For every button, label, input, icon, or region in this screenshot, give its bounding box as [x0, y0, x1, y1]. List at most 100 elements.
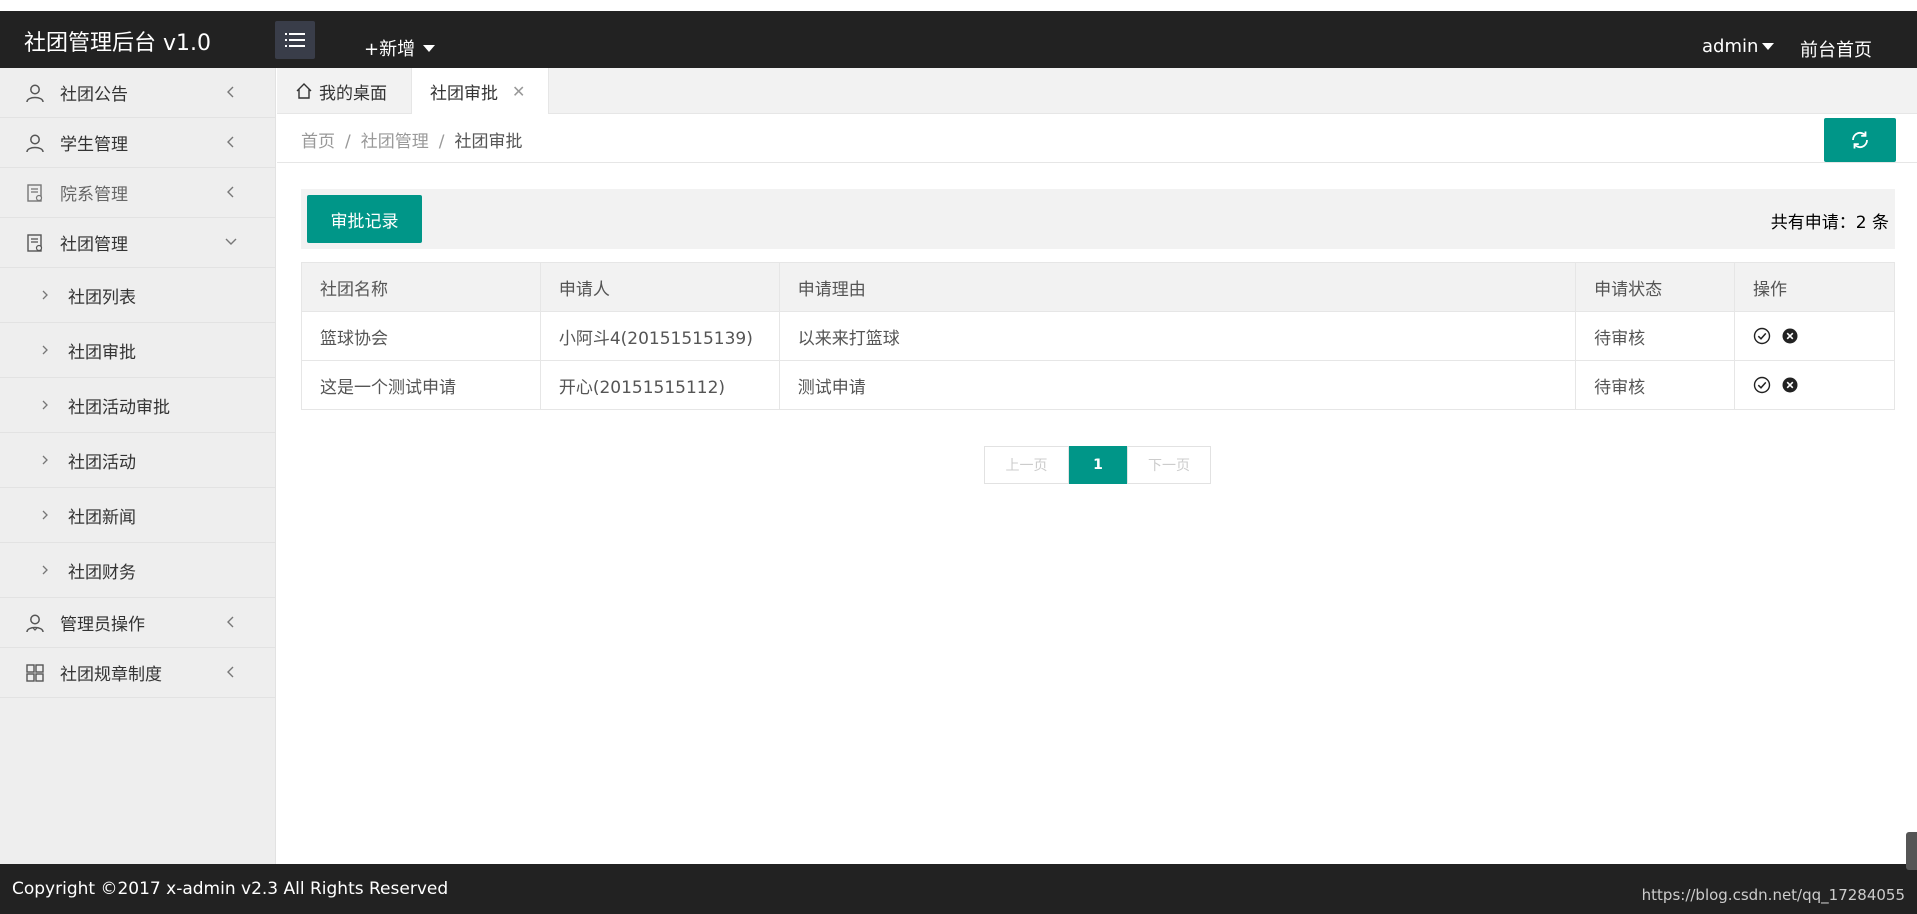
sidebar-subitem-label: 社团审批	[68, 342, 136, 363]
sidebar-subitem-activities[interactable]: 社团活动	[0, 433, 275, 488]
user-menu[interactable]: admin	[1702, 36, 1775, 57]
sidebar-item-clubs[interactable]: 社团管理	[0, 218, 275, 268]
prev-page-button[interactable]: 上一页	[984, 446, 1069, 484]
chevron-right-icon	[42, 345, 48, 355]
column-header: 申请理由	[778, 262, 1577, 312]
chevron-left-icon	[227, 136, 234, 148]
user-icon	[24, 132, 46, 154]
tab-club-approval[interactable]: 社团审批 ✕	[411, 68, 549, 114]
column-header: 申请状态	[1575, 262, 1736, 312]
applicant-cell: 小阿斗4(20151515139)	[539, 311, 780, 361]
chevron-right-icon	[42, 510, 48, 520]
chevron-left-icon	[227, 186, 234, 198]
page-number-button[interactable]: 1	[1069, 446, 1127, 484]
menu-toggle-button[interactable]	[275, 21, 315, 59]
refresh-icon	[1852, 131, 1868, 149]
sidebar-item-admin-ops[interactable]: 管理员操作	[0, 598, 275, 648]
status-cell: 待审核	[1575, 311, 1736, 361]
breadcrumb-separator: /	[345, 132, 351, 152]
breadcrumb-club-management[interactable]: 社团管理	[361, 132, 429, 152]
admin-user-icon	[24, 612, 46, 634]
top-gap	[0, 0, 1917, 11]
breadcrumb-home[interactable]: 首页	[301, 132, 335, 152]
refresh-button[interactable]	[1824, 118, 1896, 162]
sidebar-subitem-label: 社团新闻	[68, 507, 136, 528]
reject-icon[interactable]	[1782, 377, 1798, 393]
chevron-left-icon	[227, 666, 234, 678]
caret-down-icon	[423, 44, 436, 52]
chevron-right-icon	[42, 455, 48, 465]
sidebar-item-label: 学生管理	[60, 135, 128, 155]
document-icon	[24, 232, 46, 254]
tab-label: 我的桌面	[319, 83, 387, 104]
user-name: admin	[1702, 36, 1759, 57]
chevron-left-icon	[227, 616, 234, 628]
chevron-left-icon	[227, 86, 234, 98]
top-header: 社团管理后台 v1.0 +新增 admin 前台首页	[0, 11, 1917, 68]
table-row: 篮球协会 小阿斗4(20151515139) 以来来打篮球 待审核	[301, 311, 1895, 361]
sidebar-item-label: 院系管理	[60, 185, 128, 205]
chevron-right-icon	[42, 290, 48, 300]
document-icon	[24, 182, 46, 204]
sidebar-subitem-label: 社团财务	[68, 562, 136, 583]
tab-label: 社团审批	[430, 83, 498, 104]
approval-table: 社团名称 申请人 申请理由 申请状态 操作 篮球协会 小阿斗4(20151515…	[301, 262, 1895, 410]
sidebar-item-departments[interactable]: 院系管理	[0, 168, 275, 218]
scroll-handle[interactable]	[1906, 832, 1917, 870]
front-home-link[interactable]: 前台首页	[1800, 36, 1872, 62]
copyright-text: Copyright ©2017 x-admin v2.3 All Rights …	[12, 879, 449, 899]
pagination: 上一页 1 下一页	[984, 446, 1211, 484]
sidebar-subitem-finance[interactable]: 社团财务	[0, 543, 275, 598]
grid-icon	[24, 662, 46, 684]
column-header: 社团名称	[301, 262, 541, 312]
sidebar-subitem-activity-approval[interactable]: 社团活动审批	[0, 378, 275, 433]
tab-bar: 我的桌面 社团审批 ✕	[277, 68, 1917, 114]
table-header-row: 社团名称 申请人 申请理由 申请状态 操作	[301, 262, 1895, 312]
status-cell: 待审核	[1575, 360, 1736, 410]
sidebar-item-notices[interactable]: 社团公告	[0, 68, 275, 118]
approval-records-button[interactable]: 审批记录	[307, 195, 422, 243]
sidebar-subitem-label: 社团活动审批	[68, 397, 170, 418]
toolbar: 审批记录 共有申请：2 条	[301, 189, 1895, 249]
sidebar-subitem-label: 社团活动	[68, 452, 136, 473]
next-page-button[interactable]: 下一页	[1127, 446, 1211, 484]
club-name-cell: 这是一个测试申请	[301, 360, 541, 410]
close-icon[interactable]: ✕	[512, 82, 525, 101]
club-name-cell: 篮球协会	[301, 311, 541, 361]
home-icon	[296, 83, 312, 99]
reason-cell: 以来来打篮球	[778, 311, 1577, 361]
reject-icon[interactable]	[1782, 328, 1798, 344]
column-header: 操作	[1734, 262, 1895, 312]
tab-home[interactable]: 我的桌面	[295, 68, 387, 114]
breadcrumb-current: 社团审批	[454, 132, 523, 152]
user-icon	[24, 82, 46, 104]
applicant-cell: 开心(20151515112)	[539, 360, 780, 410]
sidebar-subitem-news[interactable]: 社团新闻	[0, 488, 275, 543]
add-new-menu[interactable]: +新增	[364, 35, 436, 61]
sidebar-item-students[interactable]: 学生管理	[0, 118, 275, 168]
sidebar: 社团公告 学生管理 院系管理 社团管理 社团列表 社团审批 社团活动审批 社团活…	[0, 68, 276, 864]
list-icon	[285, 33, 305, 47]
footer: Copyright ©2017 x-admin v2.3 All Rights …	[0, 864, 1917, 914]
caret-down-icon	[1762, 43, 1775, 50]
chevron-right-icon	[42, 400, 48, 410]
sidebar-subitem-club-list[interactable]: 社团列表	[0, 268, 275, 323]
sidebar-subitem-club-approval[interactable]: 社团审批	[0, 323, 275, 378]
total-count: 共有申请：2 条	[1770, 213, 1889, 233]
actions-cell	[1734, 360, 1895, 410]
sidebar-subitem-label: 社团列表	[68, 287, 136, 308]
approve-icon[interactable]	[1753, 376, 1771, 394]
breadcrumb-bar: 首页 / 社团管理 / 社团审批	[277, 115, 1917, 163]
sidebar-item-label: 社团公告	[60, 85, 128, 105]
breadcrumb-separator: /	[438, 132, 445, 152]
approve-icon[interactable]	[1753, 327, 1771, 345]
sidebar-item-rules[interactable]: 社团规章制度	[0, 648, 275, 698]
sidebar-item-label: 社团规章制度	[60, 665, 162, 685]
chevron-right-icon	[42, 565, 48, 575]
actions-cell	[1734, 311, 1895, 361]
reason-cell: 测试申请	[778, 360, 1577, 410]
app-logo: 社团管理后台 v1.0	[24, 31, 212, 56]
column-header: 申请人	[539, 262, 780, 312]
sidebar-item-label: 社团管理	[60, 235, 128, 255]
breadcrumb: 首页 / 社团管理 / 社团审批	[301, 127, 522, 152]
